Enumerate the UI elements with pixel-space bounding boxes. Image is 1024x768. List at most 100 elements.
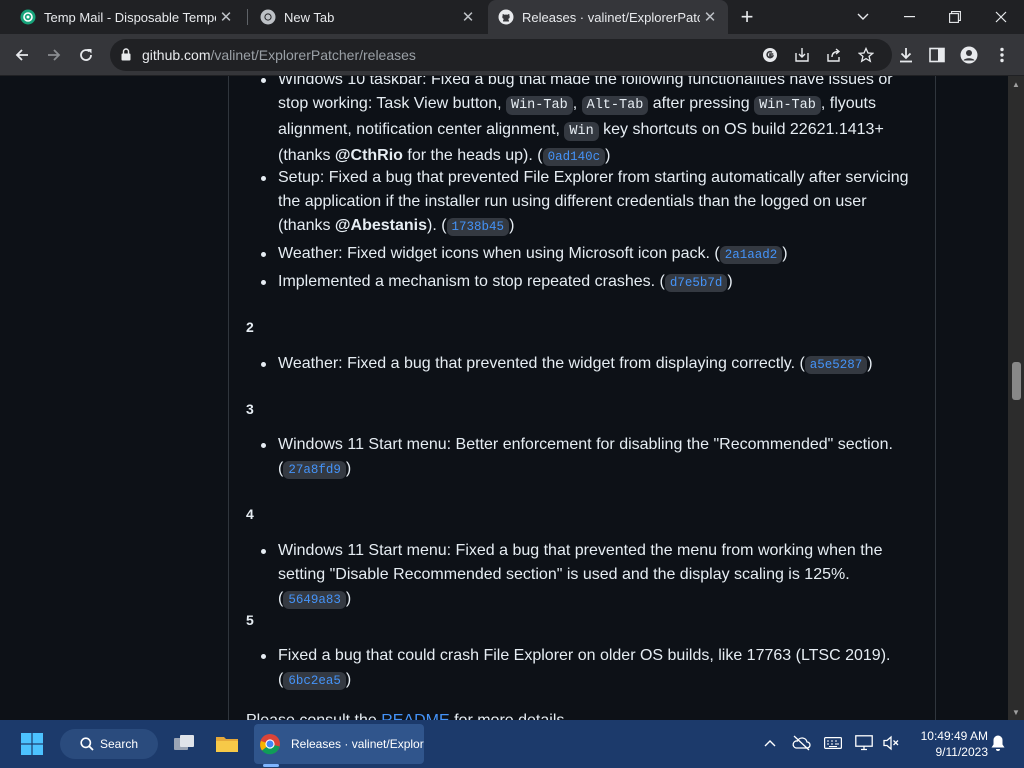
note-text: ,	[572, 95, 582, 112]
commit-link[interactable]: 0ad140c	[542, 148, 606, 166]
tab-title: Releases · valinet/ExplorerPatcher	[522, 9, 700, 25]
commit-link[interactable]: 27a8fd9	[283, 461, 346, 479]
note-text: )	[345, 460, 352, 477]
keyboard-icon[interactable]	[822, 732, 844, 754]
list-item: Windows 11 Start menu: Fixed a bug that …	[261, 539, 918, 612]
note-text: Windows 11 Start menu: Fixed a bug that …	[278, 542, 883, 607]
note-text: Weather: Fixed a bug that prevented the …	[278, 355, 805, 372]
install-app-icon[interactable]	[792, 45, 812, 65]
show-hidden-icons-chevron-icon[interactable]	[759, 732, 781, 754]
close-tab-icon[interactable]: ✕	[458, 7, 478, 27]
tab-temp-mail[interactable]: Temp Mail - Disposable Temporar ✕	[8, 0, 244, 34]
commit-link[interactable]: 5649a83	[283, 591, 346, 609]
note-text: Windows 11 Start menu: Better enforcemen…	[278, 436, 893, 453]
restore-button[interactable]	[932, 0, 978, 34]
display-icon[interactable]	[853, 732, 875, 754]
chrome-icon	[260, 9, 276, 25]
inline-code: Alt-Tab	[581, 96, 649, 115]
tab-separator	[247, 9, 248, 25]
scroll-up-arrow-icon[interactable]: ▲	[1008, 76, 1024, 92]
inline-code: Win-Tab	[754, 96, 821, 115]
note-text: )	[605, 147, 611, 164]
browser-toolbar: github.com/valinet/ExplorerPatcher/relea…	[0, 34, 1024, 76]
search-label: Search	[100, 737, 139, 751]
url-path: /valinet/ExplorerPatcher/releases	[210, 47, 416, 63]
search-icon	[80, 737, 94, 751]
address-bar[interactable]: github.com/valinet/ExplorerPatcher/relea…	[110, 39, 892, 71]
vertical-scrollbar[interactable]: ▲ ▼	[1008, 76, 1024, 720]
close-tab-icon[interactable]: ✕	[700, 7, 720, 27]
notification-bell-icon[interactable]	[987, 732, 1009, 754]
commit-link[interactable]: 1738b45	[446, 218, 510, 236]
tab-releases[interactable]: Releases · valinet/ExplorerPatcher ✕	[488, 0, 728, 34]
section-number: 4	[246, 506, 254, 522]
list-item: Windows 10 taskbar: Fixed a bug that mad…	[261, 76, 918, 169]
note-text: )	[345, 671, 352, 688]
taskbar-clock[interactable]: 10:49:49 AM 9/11/2023	[906, 728, 988, 760]
note-text: )	[782, 245, 788, 262]
note-text: for more details.	[450, 712, 569, 720]
note-text: )	[867, 355, 873, 372]
list-item: Weather: Fixed a bug that prevented the …	[261, 352, 918, 377]
side-panel-icon[interactable]	[923, 41, 951, 69]
volume-muted-icon[interactable]	[880, 732, 902, 754]
tab-new-tab[interactable]: New Tab ✕	[250, 0, 486, 34]
inline-code: Win	[564, 122, 599, 141]
note-text: Please consult the	[246, 712, 381, 720]
footer-note: Please consult the README for more detai…	[246, 709, 886, 720]
google-lens-icon[interactable]	[760, 45, 780, 65]
scrollbar-thumb[interactable]	[1012, 362, 1021, 400]
note-text: Weather: Fixed widget icons when using M…	[278, 245, 720, 262]
commit-link[interactable]: d7e5b7d	[664, 274, 728, 292]
tab-title: Temp Mail - Disposable Temporar	[44, 9, 216, 25]
note-text: )	[727, 273, 733, 290]
note-text: ). (	[427, 217, 447, 234]
file-explorer-button[interactable]	[211, 728, 243, 760]
note-text: )	[509, 217, 515, 234]
windows-taskbar: Search Releases · valinet/Explor 10:49:4…	[0, 720, 1024, 768]
tab-search-icon[interactable]	[840, 0, 886, 34]
user-mention[interactable]: @CthRio	[335, 147, 403, 164]
bookmark-star-icon[interactable]	[856, 45, 876, 65]
clock-date: 9/11/2023	[935, 745, 989, 759]
chrome-taskbar-button[interactable]: Releases · valinet/Explor	[254, 724, 424, 764]
onedrive-icon[interactable]	[790, 732, 812, 754]
commit-link[interactable]: 2a1aad2	[719, 246, 783, 264]
list-item: Windows 11 Start menu: Better enforcemen…	[261, 433, 918, 482]
profile-avatar-icon[interactable]	[955, 41, 983, 69]
taskbar-window-title: Releases · valinet/Explor	[291, 737, 424, 751]
minimize-button[interactable]	[886, 0, 932, 34]
scroll-down-arrow-icon[interactable]: ▼	[1008, 704, 1024, 720]
forward-button[interactable]	[40, 41, 68, 69]
list-item: Implemented a mechanism to stop repeated…	[261, 270, 918, 295]
clock-time: 10:49:49 AM	[920, 729, 988, 743]
task-view-button[interactable]	[168, 728, 200, 760]
list-item: Fixed a bug that could crash File Explor…	[261, 644, 918, 693]
list-item: Setup: Fixed a bug that prevented File E…	[261, 166, 918, 239]
reload-button[interactable]	[72, 41, 100, 69]
new-tab-button[interactable]: +	[734, 4, 760, 29]
start-button[interactable]	[16, 728, 48, 760]
tab-title: New Tab	[284, 9, 335, 25]
user-mention[interactable]: @Abestanis	[335, 217, 427, 234]
close-window-button[interactable]	[978, 0, 1024, 34]
taskbar-search-button[interactable]: Search	[60, 729, 158, 759]
readme-link[interactable]: README	[381, 712, 449, 720]
chrome-menu-icon[interactable]	[988, 41, 1016, 69]
back-button[interactable]	[8, 41, 36, 69]
note-text: after pressing	[648, 95, 755, 112]
downloads-icon[interactable]	[892, 41, 920, 69]
lock-icon[interactable]	[121, 48, 131, 66]
section-number: 3	[246, 401, 254, 417]
page-viewport[interactable]: Windows 10 taskbar: Fixed a bug that mad…	[0, 76, 1008, 720]
url-text[interactable]: github.com/valinet/ExplorerPatcher/relea…	[142, 47, 416, 63]
note-text: Implemented a mechanism to stop repeated…	[278, 273, 665, 290]
commit-link[interactable]: a5e5287	[804, 356, 868, 374]
note-text: Fixed a bug that could crash File Explor…	[278, 647, 891, 664]
temp-mail-favicon-icon	[20, 9, 36, 25]
note-text: for the heads up). (	[402, 147, 543, 164]
active-app-indicator	[263, 764, 279, 767]
commit-link[interactable]: 6bc2ea5	[283, 672, 346, 690]
close-tab-icon[interactable]: ✕	[216, 7, 236, 27]
share-icon[interactable]	[824, 45, 844, 65]
